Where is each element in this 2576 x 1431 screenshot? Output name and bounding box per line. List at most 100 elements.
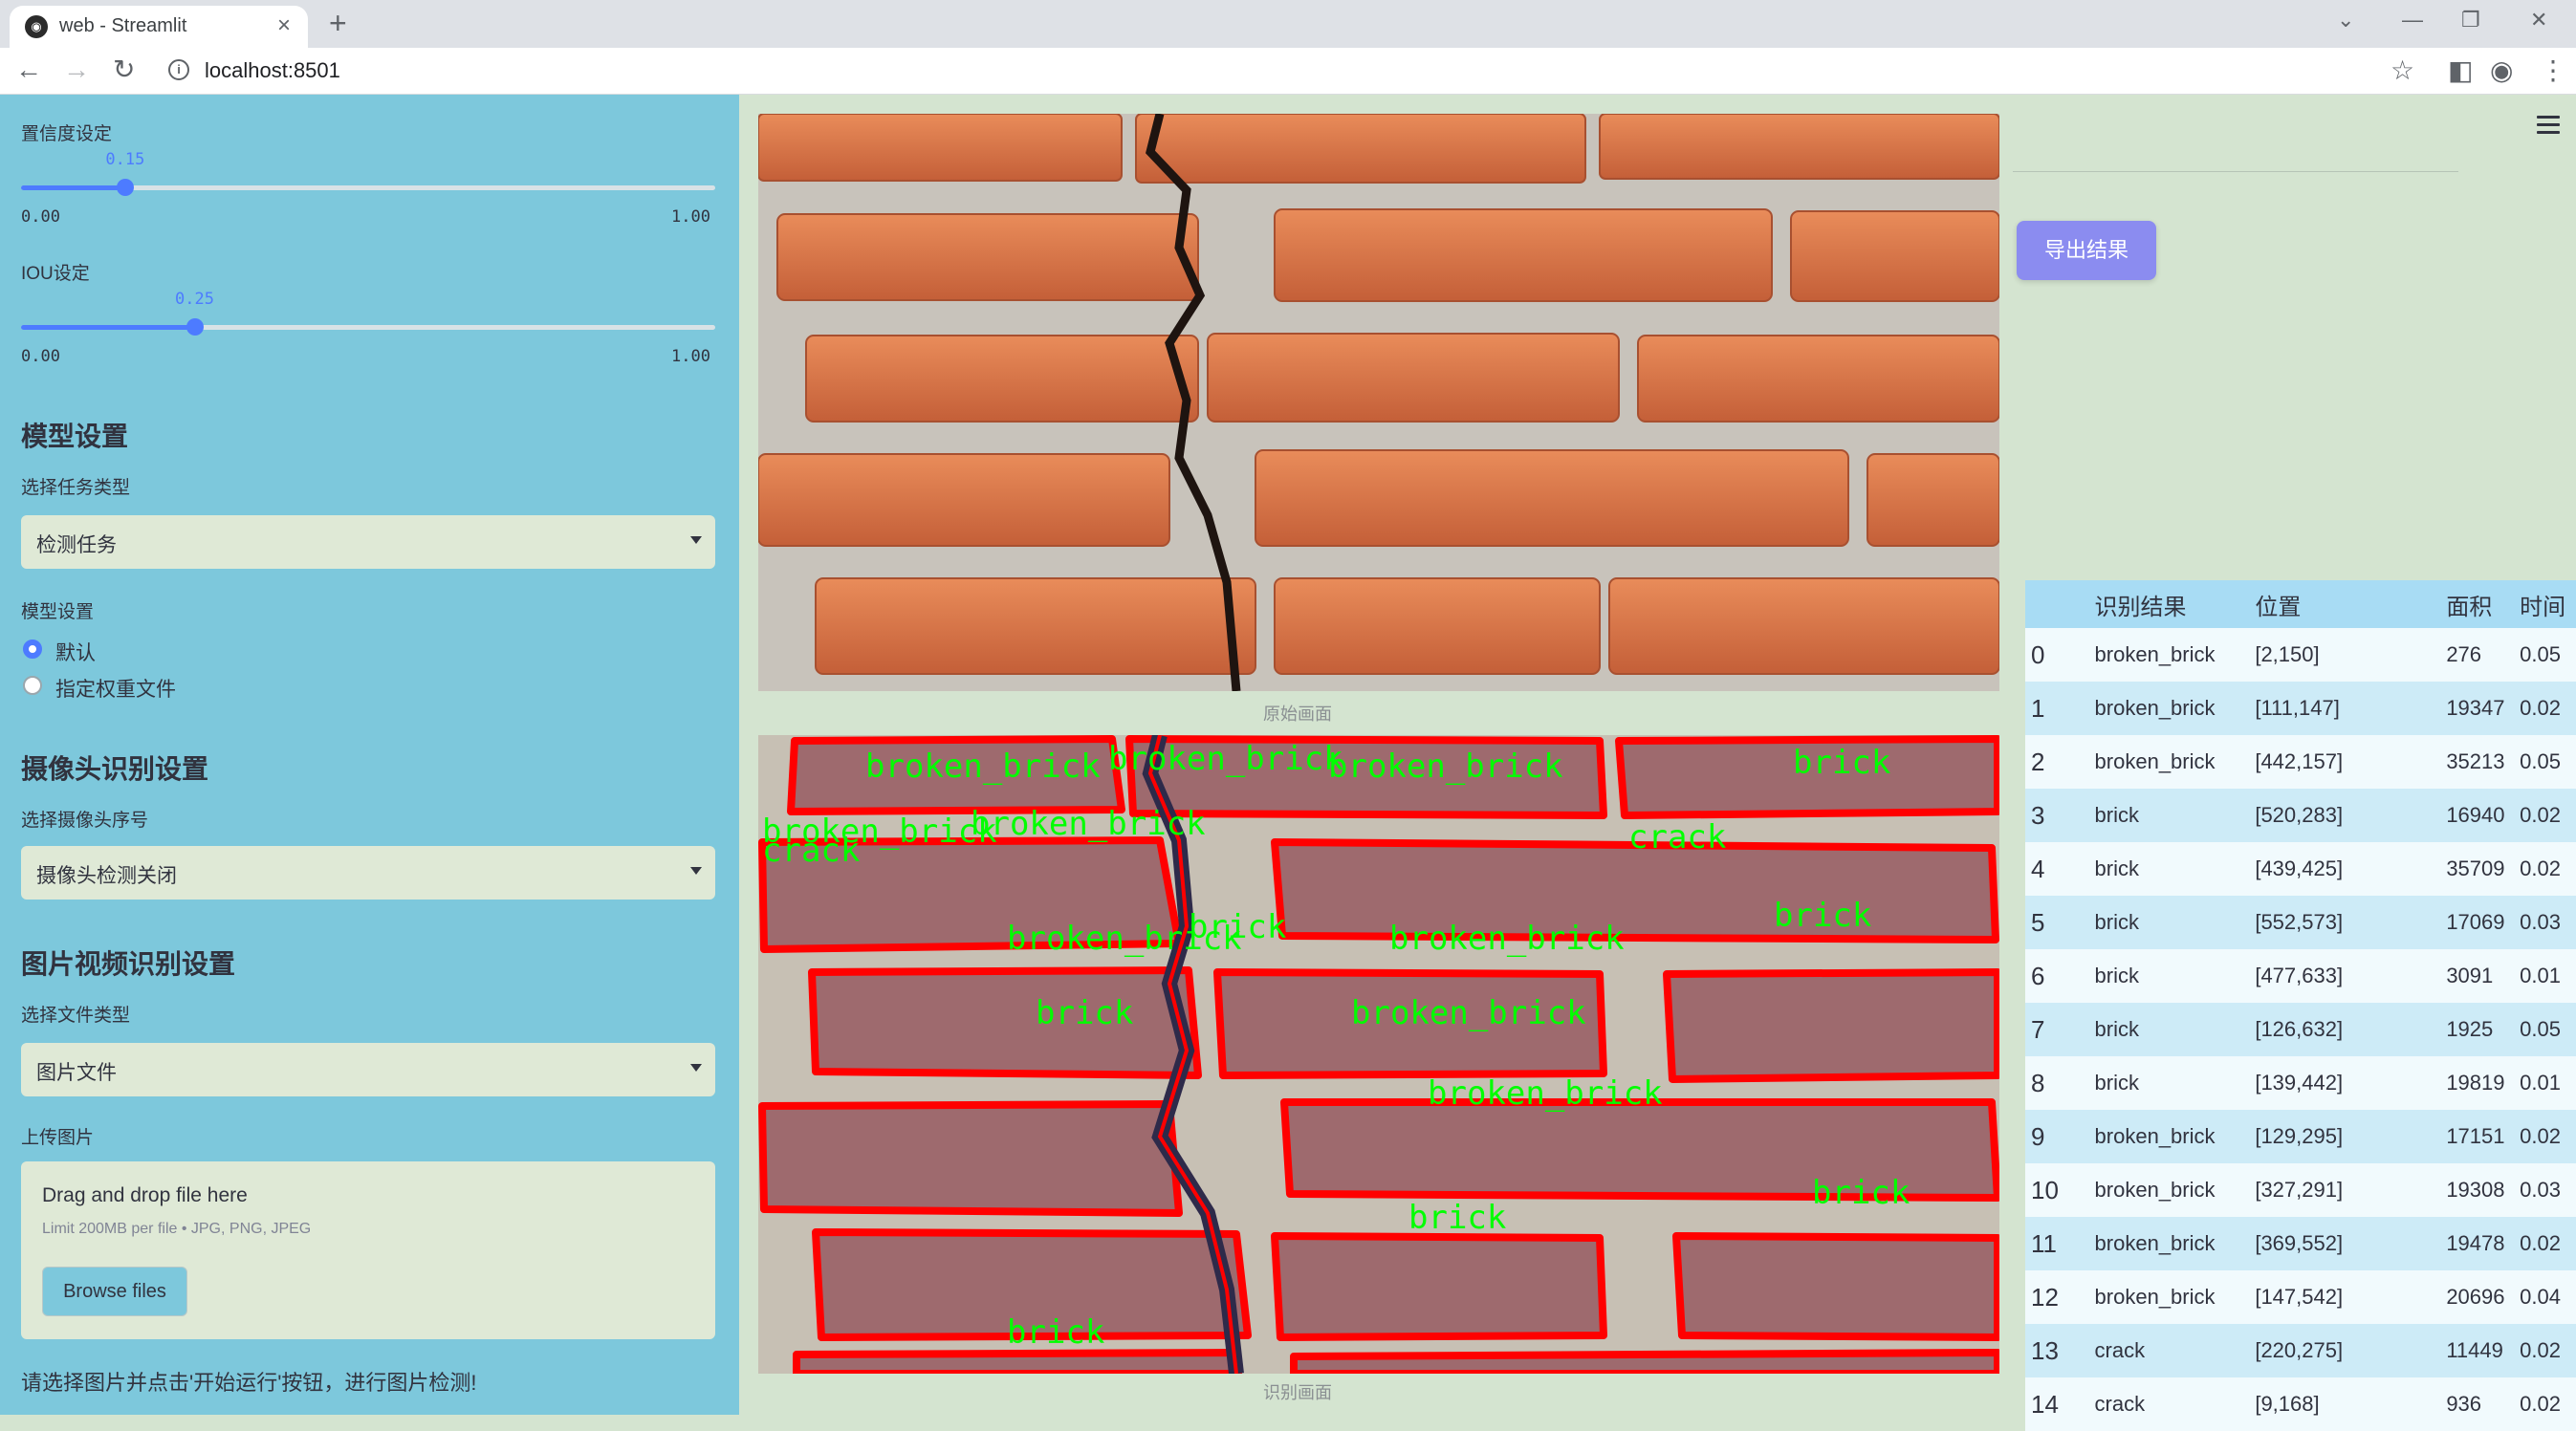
row-position: [552,573]: [2243, 896, 2447, 949]
bookmark-star-icon[interactable]: ☆: [2390, 55, 2414, 86]
dropzone-limit: Limit 200MB per file • JPG, PNG, JPEG: [42, 1221, 312, 1237]
row-time: 0.04: [2520, 1270, 2576, 1324]
slider-fill: [21, 325, 195, 330]
original-image: [758, 114, 1999, 691]
window-close-icon[interactable]: ✕: [2530, 8, 2547, 33]
row-class: brick: [2077, 896, 2244, 949]
table-row[interactable]: 1 broken_brick [111,147] 19347 0.02: [2025, 682, 2576, 735]
row-index: 14: [2025, 1377, 2078, 1431]
camera-index-label: 选择摄像头序号: [21, 811, 149, 831]
detection-label: brick: [1036, 994, 1133, 1032]
address-bar[interactable]: localhost:8501: [205, 58, 340, 83]
main-area: 原始画面 broken_brick broken_brick broken_br…: [739, 95, 2576, 1431]
slider-thumb[interactable]: [116, 179, 134, 196]
table-row[interactable]: 8 brick [139,442] 19819 0.01: [2025, 1056, 2576, 1110]
slider-fill: [21, 185, 125, 190]
table-row[interactable]: 5 brick [552,573] 17069 0.03: [2025, 896, 2576, 949]
browse-files-button[interactable]: Browse files: [42, 1267, 187, 1316]
file-type-select[interactable]: 图片文件: [21, 1043, 715, 1096]
chevron-down-icon: [690, 536, 702, 544]
row-position: [129,295]: [2243, 1110, 2447, 1163]
row-index: 8: [2025, 1056, 2078, 1110]
table-row[interactable]: 11 broken_brick [369,552] 19478 0.02: [2025, 1217, 2576, 1270]
new-tab-icon[interactable]: +: [329, 6, 347, 40]
original-caption: 原始画面: [1263, 705, 1332, 724]
tab-close-icon[interactable]: ×: [277, 12, 291, 39]
camera-select-value: 摄像头检测关闭: [36, 865, 177, 887]
hamburger-menu-icon[interactable]: [2537, 116, 2560, 139]
site-info-icon[interactable]: i: [168, 59, 189, 80]
table-row[interactable]: 7 brick [126,632] 1925 0.05: [2025, 1003, 2576, 1056]
row-class: brick: [2077, 842, 2244, 896]
task-type-select[interactable]: 检测任务: [21, 515, 715, 569]
table-row[interactable]: 6 brick [477,633] 3091 0.01: [2025, 949, 2576, 1003]
forward-arrow-icon[interactable]: →: [63, 54, 90, 85]
row-time: 0.05: [2520, 1003, 2576, 1056]
row-class: crack: [2077, 1324, 2244, 1377]
row-time: 0.02: [2520, 1110, 2576, 1163]
task-type-value: 检测任务: [36, 534, 117, 556]
row-class: broken_brick: [2077, 735, 2244, 789]
table-header-row: 识别结果 位置 面积 时间: [2025, 580, 2576, 628]
table-row[interactable]: 13 crack [220,275] 11449 0.02: [2025, 1324, 2576, 1377]
row-class: broken_brick: [2077, 1270, 2244, 1324]
header-class[interactable]: 识别结果: [2077, 580, 2244, 628]
table-row[interactable]: 9 broken_brick [129,295] 17151 0.02: [2025, 1110, 2576, 1163]
tab-title: web - Streamlit: [59, 15, 187, 36]
row-position: [520,283]: [2243, 789, 2447, 842]
table-row[interactable]: 12 broken_brick [147,542] 20696 0.04: [2025, 1270, 2576, 1324]
iou-slider[interactable]: 0.25: [21, 290, 715, 349]
brick-wall-photo: [758, 114, 1999, 691]
header-area[interactable]: 面积: [2446, 580, 2521, 628]
row-position: [327,291]: [2243, 1163, 2447, 1217]
tab-search-chevron-icon[interactable]: ⌄: [2337, 8, 2354, 33]
table-row[interactable]: 0 broken_brick [2,150] 276 0.05: [2025, 628, 2576, 682]
camera-settings-heading: 摄像头识别设置: [21, 754, 209, 784]
table-row[interactable]: 3 brick [520,283] 16940 0.02: [2025, 789, 2576, 842]
row-position: [111,147]: [2243, 682, 2447, 735]
row-time: 0.03: [2520, 896, 2576, 949]
upload-label: 上传图片: [21, 1128, 95, 1148]
detection-label: broken_brick: [971, 805, 1206, 843]
row-time: 0.02: [2520, 1217, 2576, 1270]
restore-icon[interactable]: ❐: [2461, 8, 2480, 33]
detection-label: brick: [1774, 897, 1871, 935]
table-row[interactable]: 2 broken_brick [442,157] 35213 0.05: [2025, 735, 2576, 789]
detection-label: brick: [1812, 1174, 1910, 1212]
slider-thumb[interactable]: [186, 318, 204, 336]
header-time[interactable]: 时间: [2520, 580, 2576, 628]
row-position: [439,425]: [2243, 842, 2447, 896]
radio-default-label: 默认: [55, 642, 96, 664]
row-position: [139,442]: [2243, 1056, 2447, 1110]
row-position: [220,275]: [2243, 1324, 2447, 1377]
table-row[interactable]: 4 brick [439,425] 35709 0.02: [2025, 842, 2576, 896]
minimize-icon[interactable]: —: [2402, 8, 2423, 33]
row-position: [369,552]: [2243, 1217, 2447, 1270]
export-results-button[interactable]: 导出结果: [2017, 221, 2156, 280]
reload-icon[interactable]: ↻: [113, 54, 135, 85]
model-label: 模型设置: [21, 602, 95, 622]
header-position[interactable]: 位置: [2243, 580, 2447, 628]
detection-label: brick: [1793, 744, 1890, 782]
row-time: 0.02: [2520, 1324, 2576, 1377]
table-row[interactable]: 14 crack [9,168] 936 0.02: [2025, 1377, 2576, 1431]
row-area: 17151: [2446, 1110, 2521, 1163]
row-index: 1: [2025, 682, 2078, 735]
header-index: [2025, 580, 2078, 628]
row-class: brick: [2077, 949, 2244, 1003]
row-position: [126,632]: [2243, 1003, 2447, 1056]
profile-avatar-icon[interactable]: ◉: [2490, 55, 2513, 86]
browser-menu-icon[interactable]: ⋮: [2540, 55, 2566, 86]
instruction-note: 请选择图片并点击'开始运行'按钮，进行图片检测!: [21, 1371, 477, 1395]
side-panel-icon[interactable]: ◧: [2448, 55, 2473, 86]
back-arrow-icon[interactable]: ←: [15, 54, 42, 85]
camera-select[interactable]: 摄像头检测关闭: [21, 846, 715, 900]
row-index: 7: [2025, 1003, 2078, 1056]
results-table-body: 0 broken_brick [2,150] 276 0.05 1 broken_brick…: [2025, 628, 2576, 1431]
browser-tab[interactable]: ◉ web - Streamlit ×: [10, 6, 308, 48]
streamlit-favicon-icon: ◉: [25, 15, 48, 38]
table-row[interactable]: 10 broken_brick [327,291] 19308 0.03: [2025, 1163, 2576, 1217]
confidence-slider[interactable]: 0.15: [21, 150, 715, 209]
file-dropzone[interactable]: Drag and drop file here Limit 200MB per …: [21, 1161, 715, 1339]
row-class: brick: [2077, 1003, 2244, 1056]
